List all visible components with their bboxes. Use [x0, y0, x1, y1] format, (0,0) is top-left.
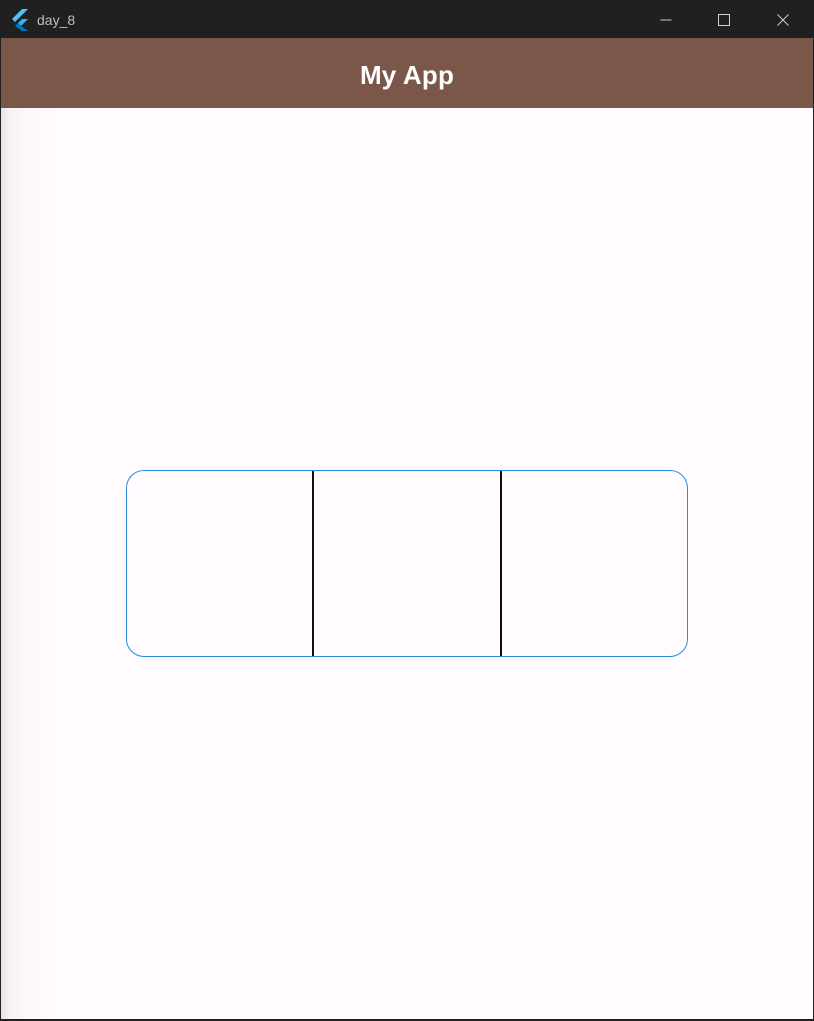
- page-body: [1, 108, 813, 1019]
- app-bar: My App: [1, 38, 813, 108]
- app-bar-title: My App: [359, 60, 455, 90]
- flutter-logo-icon: [11, 9, 31, 31]
- toggle-button-2[interactable]: [314, 471, 499, 656]
- maximize-icon: [718, 13, 730, 26]
- window-titlebar[interactable]: day_8: [1, 1, 813, 38]
- toggle-button-group: [126, 470, 688, 657]
- close-icon: [777, 13, 789, 26]
- close-button[interactable]: [754, 1, 812, 38]
- toggle-button-1[interactable]: [127, 471, 312, 656]
- edge-shadow: [1, 108, 61, 1019]
- maximize-button[interactable]: [695, 1, 753, 38]
- toggle-button-3[interactable]: [502, 471, 687, 656]
- minimize-button[interactable]: [637, 1, 695, 38]
- app-window: day_8 My App: [1, 1, 813, 1019]
- minimize-icon: [660, 19, 672, 20]
- window-title: day_8: [37, 12, 76, 28]
